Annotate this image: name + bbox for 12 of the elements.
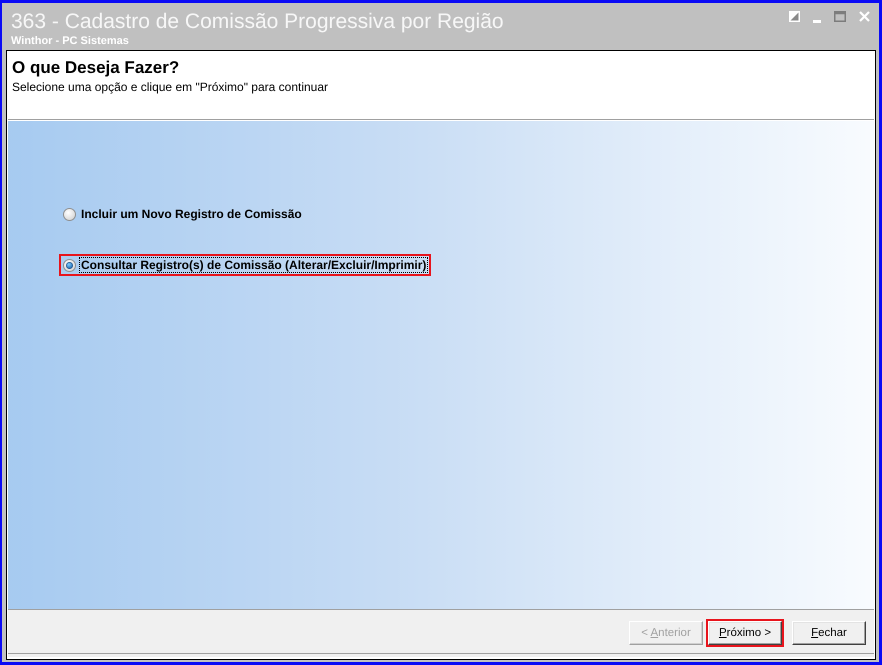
header-title: O que Deseja Fazer? bbox=[12, 58, 180, 78]
window-subtitle: Winthor - PC Sistemas bbox=[11, 35, 130, 48]
option-label[interactable]: Incluir um Novo Registro de Comissão bbox=[79, 206, 304, 222]
half-filled-square-icon[interactable] bbox=[789, 11, 800, 22]
radio-button[interactable] bbox=[63, 208, 76, 220]
wizard-button[interactable]: Fechar bbox=[792, 621, 866, 645]
wizard-button[interactable]: Próximo > bbox=[708, 621, 782, 645]
instruction-text: Selecione uma opção e clique em "Próximo" para continuar bbox=[12, 80, 328, 95]
close-icon[interactable] bbox=[859, 11, 870, 22]
maximize-icon[interactable] bbox=[834, 11, 846, 22]
option-label[interactable]: Consultar Registro(s) de Comissão (Alterar/Excluir/Imprimir) bbox=[79, 257, 428, 273]
radio-button[interactable] bbox=[63, 258, 76, 272]
